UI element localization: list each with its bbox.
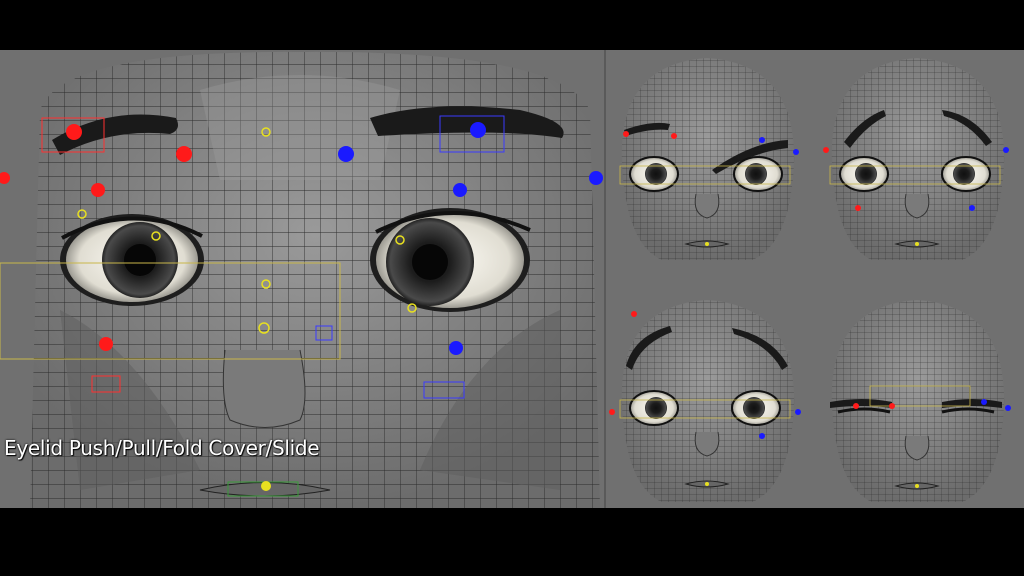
mouth-control-yellow[interactable]: [261, 481, 271, 491]
control-blue[interactable]: [759, 433, 765, 439]
control-yellow[interactable]: [705, 482, 709, 486]
worried-brow-view[interactable]: [823, 58, 1009, 260]
control-red[interactable]: [823, 147, 829, 153]
control-red[interactable]: [623, 131, 629, 137]
lid-control-blue-4[interactable]: [589, 171, 603, 185]
letterbox-top: [0, 0, 1024, 50]
control-blue[interactable]: [981, 399, 987, 405]
caption-text: Eyelid Push/Pull/Fold Cover/Slide: [4, 436, 320, 460]
control-red[interactable]: [631, 311, 637, 317]
brow-raise-view[interactable]: [619, 58, 799, 260]
control-blue[interactable]: [793, 149, 799, 155]
control-yellow[interactable]: [915, 242, 919, 246]
nose: [222, 349, 306, 428]
control-red[interactable]: [609, 409, 615, 415]
control-blue[interactable]: [759, 137, 765, 143]
control-red[interactable]: [671, 133, 677, 139]
forehead-shade: [200, 75, 400, 180]
brow-control-blue-1[interactable]: [470, 122, 486, 138]
lid-control-red-3[interactable]: [91, 183, 105, 197]
control-yellow[interactable]: [705, 242, 709, 246]
brow-control-red-1[interactable]: [66, 124, 82, 140]
control-red[interactable]: [855, 205, 861, 211]
maya-viewport[interactable]: Eyelid Push/Pull/Fold Cover/Slide: [0, 50, 1024, 508]
control-blue[interactable]: [795, 409, 801, 415]
control-yellow[interactable]: [915, 484, 919, 488]
left-eye[interactable]: [60, 214, 204, 306]
right-eye[interactable]: [370, 208, 531, 312]
brow-control-red-2[interactable]: [176, 146, 192, 162]
control-blue[interactable]: [1005, 405, 1011, 411]
cheek-control-red-5[interactable]: [99, 337, 113, 351]
lid-control-red-4[interactable]: [0, 172, 10, 184]
control-blue[interactable]: [1003, 147, 1009, 153]
cheek-control-blue-5[interactable]: [449, 341, 463, 355]
control-blue[interactable]: [969, 205, 975, 211]
control-red[interactable]: [853, 403, 859, 409]
eyes-closed-view[interactable]: [830, 300, 1011, 502]
control-red[interactable]: [889, 403, 895, 409]
brow-control-blue-2[interactable]: [338, 146, 354, 162]
lid-control-blue-3[interactable]: [453, 183, 467, 197]
letterbox-bottom: [0, 508, 1024, 576]
brow-arch-view[interactable]: [609, 300, 801, 502]
